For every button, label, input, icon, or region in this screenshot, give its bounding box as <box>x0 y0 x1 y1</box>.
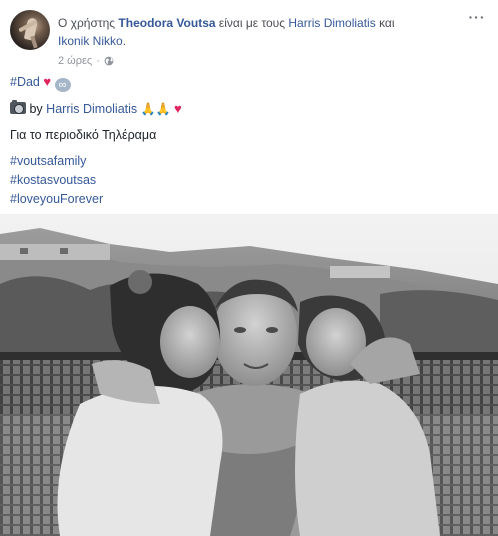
hashtag-voutsafamily-link[interactable]: #voutsafamily <box>10 154 86 168</box>
post-photo[interactable] <box>0 214 498 536</box>
attribution-period: . <box>122 34 127 48</box>
heart-emoji-icon: ♥ <box>43 74 52 89</box>
tagged-person-2-link[interactable]: Ikonik Nikko <box>58 34 123 48</box>
with-text: είναι με τους <box>218 16 286 30</box>
text-line-tag2: #kostasvoutsas <box>10 171 488 190</box>
post-meta: 2 ώρες · <box>58 54 114 68</box>
post-text: #Dad ♥ ∞ by Harris Dimoliatis 🙏🙏 ♥ Για τ… <box>10 72 488 209</box>
meta-separator: · <box>96 55 100 67</box>
text-line-tag1: #voutsafamily <box>10 152 488 171</box>
hashtag-dad-link[interactable]: #Dad <box>10 75 40 89</box>
tagged-person-1-link[interactable]: Harris Dimoliatis <box>288 16 375 30</box>
facebook-post: Ο χρήστης Theodora Voutsa είναι με τους … <box>0 0 498 536</box>
post-header: Ο χρήστης Theodora Voutsa είναι με τους … <box>10 10 488 70</box>
text-line-tag3: #loveyouForever <box>10 190 488 209</box>
text-line-photographer: by Harris Dimoliatis 🙏🙏 ♥ <box>10 99 488 119</box>
globe-icon[interactable] <box>104 56 114 66</box>
text-line-magazine: Για το περιοδικό Τηλέραμα <box>10 128 157 142</box>
author-avatar[interactable] <box>10 10 50 50</box>
post-attribution-line: Ο χρήστης Theodora Voutsa είναι με τους … <box>58 14 488 50</box>
hashtag-loveyouforever-link[interactable]: #loveyouForever <box>10 192 103 206</box>
photographer-link[interactable]: Harris Dimoliatis <box>46 102 137 116</box>
post-timestamp-link[interactable]: 2 ώρες <box>58 54 92 68</box>
more-options-icon[interactable]: ··· <box>466 10 488 28</box>
praying-hands-emoji-icon: 🙏🙏 <box>140 102 171 116</box>
text-line-dad: #Dad ♥ ∞ <box>10 72 488 92</box>
heart-emoji-icon-2: ♥ <box>174 101 182 116</box>
infinity-emoji-icon: ∞ <box>54 78 71 92</box>
and-text: και <box>379 16 395 30</box>
attribution-prefix: Ο χρήστης <box>58 16 116 30</box>
by-text: by <box>29 102 43 116</box>
author-name-link[interactable]: Theodora Voutsa <box>118 16 215 30</box>
family-photo-image <box>0 214 498 536</box>
camera-emoji-icon <box>10 100 26 114</box>
hashtag-kostasvoutsas-link[interactable]: #kostasvoutsas <box>10 173 96 187</box>
